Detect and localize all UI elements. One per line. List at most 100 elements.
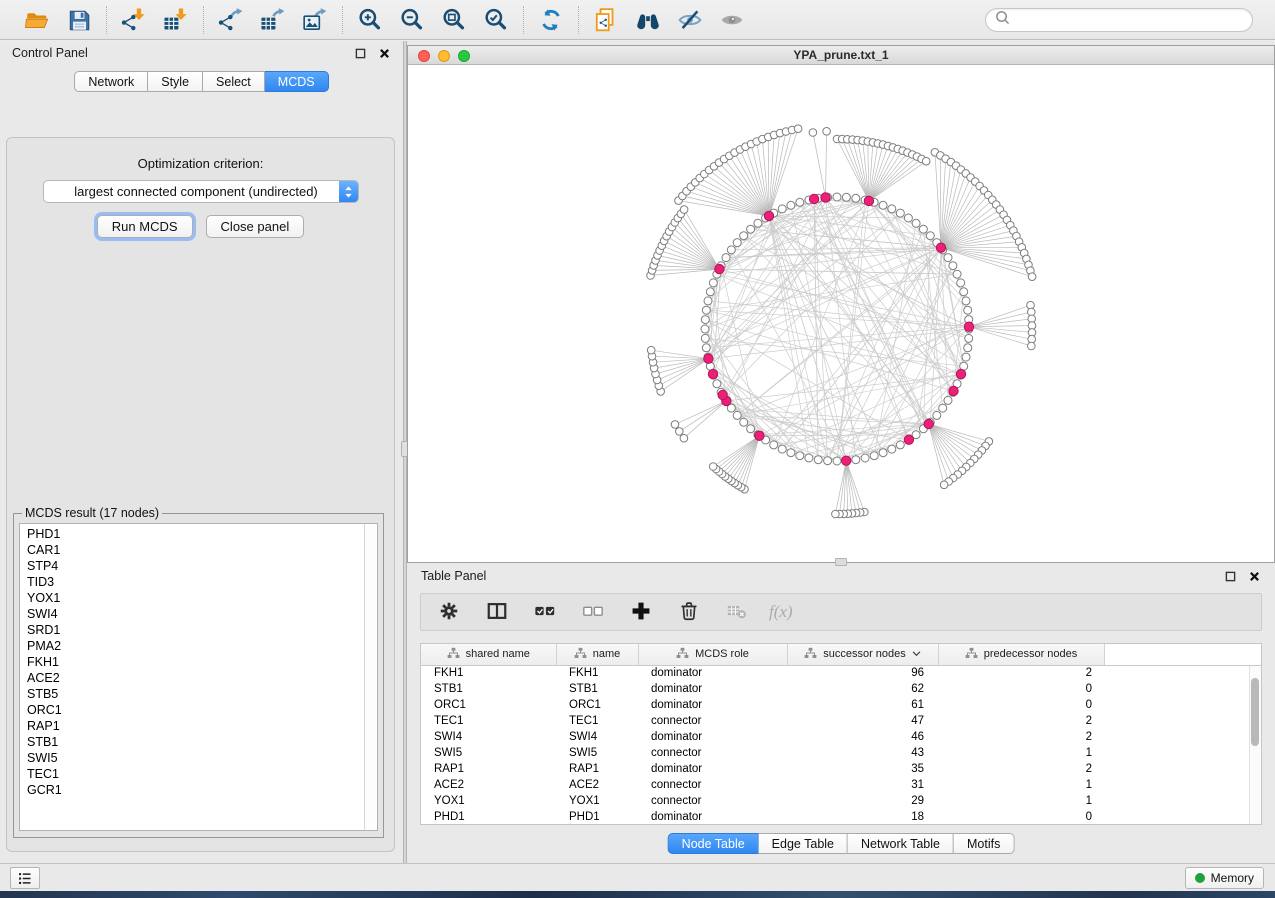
table-row[interactable]: FKH1FKH1dominator962 [421, 665, 1261, 681]
export-network-button[interactable] [214, 4, 248, 36]
table-row[interactable]: ACE2ACE2connector311 [421, 777, 1261, 793]
mcds-result-item[interactable]: STB1 [27, 734, 377, 750]
tab-style[interactable]: Style [148, 71, 203, 92]
show-all-button[interactable] [715, 4, 749, 36]
mcds-result-item[interactable]: FKH1 [27, 654, 377, 670]
hide-selected-button[interactable] [673, 4, 707, 36]
table-row[interactable]: YOX1YOX1connector291 [421, 793, 1261, 809]
table-row[interactable]: TEC1TEC1connector472 [421, 713, 1261, 729]
search-input[interactable] [1016, 13, 1252, 27]
zoom-out-button[interactable] [395, 4, 429, 36]
tab-node-table[interactable]: Node Table [668, 833, 759, 854]
mcds-result-item[interactable]: TEC1 [27, 766, 377, 782]
cell-shared_name: TEC1 [421, 713, 556, 729]
tab-mcds[interactable]: MCDS [265, 71, 329, 92]
network-canvas[interactable] [408, 65, 1274, 562]
memory-status-icon [1195, 873, 1205, 883]
close-window-icon[interactable] [418, 50, 430, 62]
mcds-result-item[interactable]: STB5 [27, 686, 377, 702]
table-row[interactable]: PHD1PHD1dominator180 [421, 809, 1261, 825]
minimize-window-icon[interactable] [438, 50, 450, 62]
tab-select[interactable]: Select [203, 71, 265, 92]
table-panel-title: Table Panel [421, 569, 486, 583]
select-all-button[interactable] [533, 600, 557, 624]
zoom-selected-button[interactable] [479, 4, 513, 36]
column-header-mcds-role[interactable]: MCDS role [638, 644, 787, 665]
show-all-icon [719, 7, 745, 33]
table-scrollbar-thumb[interactable] [1251, 678, 1259, 746]
mcds-result-item[interactable]: ORC1 [27, 702, 377, 718]
mcds-result-item[interactable]: STP4 [27, 558, 377, 574]
table-scrollbar[interactable] [1249, 666, 1261, 824]
import-table-icon [163, 7, 189, 33]
optimization-criterion-select[interactable]: largest connected component (undirected) [43, 180, 359, 203]
mcds-result-item[interactable]: SWI4 [27, 606, 377, 622]
cell-mcds_role: dominator [638, 697, 787, 713]
refresh-layout-button[interactable] [534, 4, 568, 36]
export-image-button[interactable] [298, 4, 332, 36]
horizontal-splitter-grip[interactable] [835, 558, 847, 566]
search-box[interactable] [985, 8, 1253, 32]
import-network-button[interactable] [117, 4, 151, 36]
float-table-panel-button[interactable] [1223, 569, 1237, 583]
mcds-result-item[interactable]: SRD1 [27, 622, 377, 638]
table-row[interactable]: RAP1RAP1dominator352 [421, 761, 1261, 777]
delete-table-button[interactable] [725, 600, 749, 624]
zoom-fit-icon [441, 7, 467, 33]
split-view-button[interactable] [485, 600, 509, 624]
close-table-panel-button[interactable] [1247, 569, 1261, 583]
cell-successor_nodes: 46 [787, 729, 938, 745]
delete-row-button[interactable] [677, 600, 701, 624]
tab-network[interactable]: Network [74, 71, 148, 92]
column-header-name[interactable]: name [556, 644, 638, 665]
mcds-result-item[interactable]: YOX1 [27, 590, 377, 606]
maximize-window-icon[interactable] [458, 50, 470, 62]
tab-motifs[interactable]: Motifs [954, 833, 1014, 854]
mcds-result-item[interactable]: GCR1 [27, 782, 377, 798]
column-header-successor-nodes[interactable]: successor nodes [787, 644, 938, 665]
mcds-result-item[interactable]: RAP1 [27, 718, 377, 734]
add-row-button[interactable] [629, 600, 653, 624]
network-window-title: YPA_prune.txt_1 [793, 48, 888, 62]
column-header-shared-name[interactable]: shared name [421, 644, 556, 665]
mcds-result-item[interactable]: PMA2 [27, 638, 377, 654]
cell-shared_name: ACE2 [421, 777, 556, 793]
mcds-result-item[interactable]: PHD1 [27, 526, 377, 542]
run-mcds-button[interactable]: Run MCDS [97, 215, 193, 238]
column-header-predecessor-nodes[interactable]: predecessor nodes [938, 644, 1104, 665]
mcds-result-item[interactable]: SWI5 [27, 750, 377, 766]
task-history-button[interactable] [10, 867, 40, 889]
cell-shared_name: FKH1 [421, 665, 556, 681]
network-window: YPA_prune.txt_1 [407, 45, 1275, 563]
mcds-result-item[interactable]: ACE2 [27, 670, 377, 686]
close-panel-button[interactable] [377, 46, 391, 60]
mcds-result-item[interactable]: TID3 [27, 574, 377, 590]
mcds-result-item[interactable]: CAR1 [27, 542, 377, 558]
save-button[interactable] [62, 4, 96, 36]
result-list-scrollbar[interactable] [364, 524, 377, 830]
zoom-out-icon [399, 7, 425, 33]
float-panel-button[interactable] [353, 46, 367, 60]
table-settings-button[interactable] [437, 600, 461, 624]
unselect-all-button[interactable] [581, 600, 605, 624]
close-panel-button-mcds[interactable]: Close panel [206, 215, 305, 238]
open-file-button[interactable] [20, 4, 54, 36]
zoom-fit-button[interactable] [437, 4, 471, 36]
memory-button[interactable]: Memory [1185, 867, 1264, 889]
table-row[interactable]: STB1STB1dominator620 [421, 681, 1261, 697]
table-row[interactable]: SWI5SWI5connector431 [421, 745, 1261, 761]
tab-network-table[interactable]: Network Table [848, 833, 954, 854]
function-builder-button[interactable]: f(x) [773, 600, 793, 624]
copy-network-button[interactable] [589, 4, 623, 36]
mcds-result-list[interactable]: PHD1CAR1STP4TID3YOX1SWI4SRD1PMA2FKH1ACE2… [19, 523, 378, 831]
export-table-button[interactable] [256, 4, 290, 36]
cell-mcds_role: dominator [638, 809, 787, 825]
network-window-titlebar[interactable]: YPA_prune.txt_1 [408, 46, 1274, 65]
table-tabs: Node TableEdge TableNetwork TableMotifs [668, 833, 1015, 854]
import-table-button[interactable] [159, 4, 193, 36]
table-row[interactable]: SWI4SWI4dominator462 [421, 729, 1261, 745]
tab-edge-table[interactable]: Edge Table [759, 833, 848, 854]
zoom-in-button[interactable] [353, 4, 387, 36]
find-button[interactable] [631, 4, 665, 36]
table-row[interactable]: ORC1ORC1dominator610 [421, 697, 1261, 713]
